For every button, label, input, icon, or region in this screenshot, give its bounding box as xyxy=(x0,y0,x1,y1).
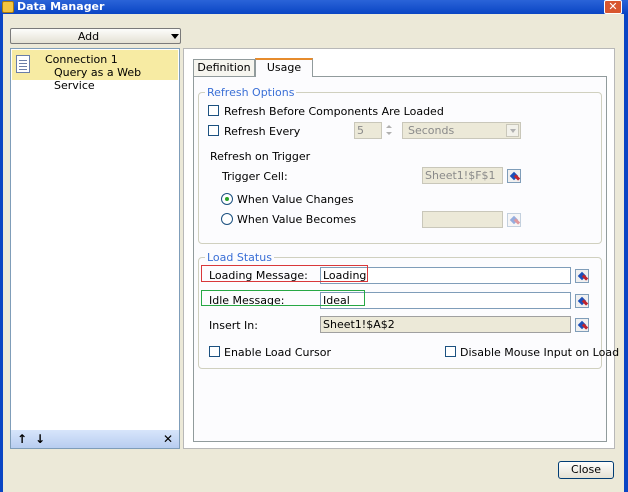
refresh-interval-field[interactable]: 5 xyxy=(354,122,382,139)
window-title: Data Manager xyxy=(17,0,105,13)
connection-name: Connection 1 xyxy=(45,53,118,66)
enable-load-cursor-label: Enable Load Cursor xyxy=(224,346,332,359)
add-connection-button[interactable]: Add xyxy=(10,28,181,44)
connection-list-item[interactable]: Connection 1 Query as a Web Service xyxy=(12,50,178,92)
stepper-down-icon xyxy=(386,132,392,135)
refresh-unit-select[interactable]: Seconds xyxy=(402,122,521,139)
window-left-border xyxy=(0,14,3,492)
app-icon xyxy=(2,1,14,13)
list-toolbar: ↑ ↓ ✕ xyxy=(11,430,179,448)
chevron-down-icon xyxy=(171,34,179,39)
idle-message-highlight xyxy=(201,290,365,306)
loading-message-picker-icon[interactable] xyxy=(575,269,589,283)
title-bar: Data Manager ✕ xyxy=(0,0,628,14)
remove-icon[interactable]: ✕ xyxy=(163,431,173,447)
trigger-cell-label: Trigger Cell: xyxy=(222,170,288,183)
window-close-button[interactable]: ✕ xyxy=(604,0,622,14)
when-value-becomes-radio[interactable] xyxy=(221,213,233,225)
tab-definition[interactable]: Definition xyxy=(193,59,255,76)
disable-mouse-input-label: Disable Mouse Input on Load xyxy=(460,346,620,359)
stepper-up-icon xyxy=(386,125,392,128)
refresh-options-legend: Refresh Options xyxy=(205,86,297,99)
trigger-cell-field[interactable]: Sheet1!$F$1 xyxy=(422,167,503,184)
when-value-becomes-label: When Value Becomes xyxy=(237,213,357,226)
document-icon xyxy=(16,55,30,73)
connection-list[interactable]: Connection 1 Query as a Web Service xyxy=(10,48,180,449)
move-up-icon[interactable]: ↑ xyxy=(17,431,27,447)
window-right-border xyxy=(624,14,628,492)
add-button-label: Add xyxy=(77,30,100,43)
tab-usage[interactable]: Usage xyxy=(255,58,313,77)
insert-in-field[interactable]: Sheet1!$A$2 xyxy=(320,316,571,333)
refresh-unit-value: Seconds xyxy=(408,124,455,137)
refresh-interval-stepper[interactable] xyxy=(383,122,395,139)
when-value-changes-label: When Value Changes xyxy=(237,193,354,206)
disable-mouse-input-checkbox[interactable] xyxy=(445,346,456,357)
enable-load-cursor-checkbox[interactable] xyxy=(209,346,220,357)
when-value-becomes-field[interactable] xyxy=(422,211,503,228)
close-button[interactable]: Close xyxy=(558,461,614,479)
refresh-on-trigger-label: Refresh on Trigger xyxy=(210,150,311,163)
move-down-icon[interactable]: ↓ xyxy=(35,431,45,447)
chevron-down-icon xyxy=(506,124,519,137)
idle-message-picker-icon[interactable] xyxy=(575,294,589,308)
load-status-legend: Load Status xyxy=(205,251,274,264)
when-value-changes-radio[interactable] xyxy=(221,193,233,205)
insert-in-label: Insert In: xyxy=(209,319,258,332)
refresh-before-load-checkbox[interactable] xyxy=(208,105,219,116)
insert-in-picker-icon[interactable] xyxy=(575,318,589,332)
refresh-every-checkbox[interactable] xyxy=(208,125,219,136)
connection-type: Query as a Web Service xyxy=(54,66,142,92)
refresh-before-load-label: Refresh Before Components Are Loaded xyxy=(224,105,444,118)
refresh-every-label: Refresh Every xyxy=(224,125,301,138)
loading-message-highlight xyxy=(201,265,368,282)
when-value-becomes-picker-icon[interactable] xyxy=(507,213,521,227)
trigger-cell-picker-icon[interactable] xyxy=(507,169,521,183)
